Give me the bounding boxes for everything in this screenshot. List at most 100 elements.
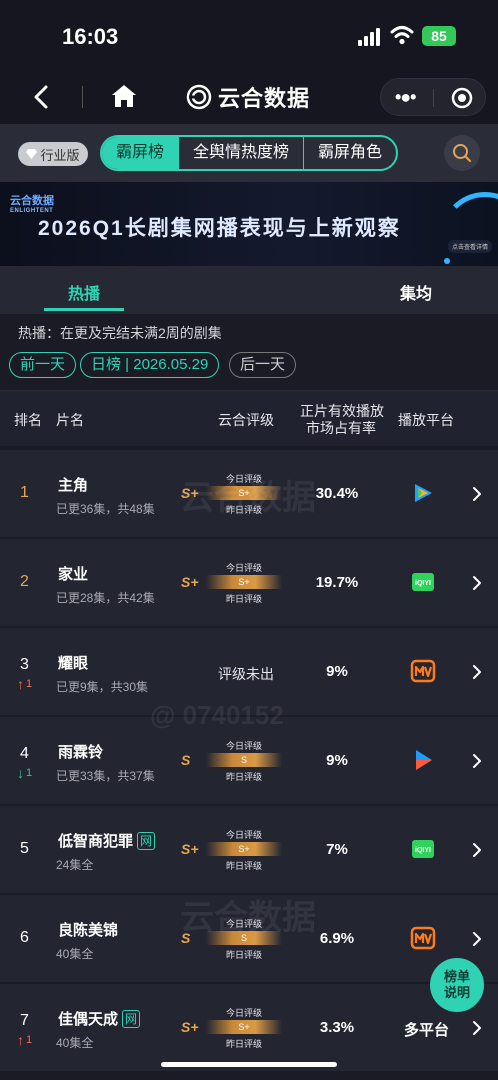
prev-day-button[interactable]: 前一天 xyxy=(9,352,77,378)
rating-bar: 今日评级 S 昨日评级 xyxy=(206,915,282,963)
ranking-segment-control: 霸屏榜 全舆情热度榜 霸屏角色 xyxy=(100,135,399,171)
table-row[interactable]: 1 主角 已更36集，共48集 S+ 今日评级 S+ 昨日评级 30.4% xyxy=(0,450,498,538)
table-row[interactable]: 3 ↑ 1 耀眼 已更9集，共30集 评级未出 9% xyxy=(0,628,498,716)
row-title[interactable]: 耀眼 xyxy=(58,652,88,673)
row-title-text: 耀眼 xyxy=(58,655,89,672)
arrow-up-icon: ↑ xyxy=(17,1032,24,1048)
rating-bar-grade: S xyxy=(240,933,247,943)
row-rank: 7 xyxy=(20,1012,29,1029)
tab-screen-dominance[interactable]: 霸屏榜 xyxy=(102,137,179,169)
tab-public-opinion-heat[interactable]: 全舆情热度榜 xyxy=(178,137,303,169)
row-rank: 5 xyxy=(20,840,29,857)
fab-line2: 说明 xyxy=(443,985,470,1000)
today-rating-label: 今日评级 xyxy=(225,563,262,573)
banner-indicator-dot xyxy=(444,258,450,264)
table-row[interactable]: 6 良陈美锦 40集全 S 今日评级 S 昨日评级 6.9% xyxy=(0,895,498,983)
row-title[interactable]: 佳偶天成网 xyxy=(58,1008,141,1029)
nav-separator xyxy=(82,86,83,108)
row-title[interactable]: 雨霖铃 xyxy=(58,741,103,762)
youku-icon xyxy=(410,747,436,773)
rank-change-up: ↑ 1 xyxy=(17,676,32,692)
row-grade: S+ xyxy=(181,485,199,501)
ranking-explanation-button[interactable]: 榜单 说明 xyxy=(430,958,484,1012)
app-brand: 云合数据 xyxy=(186,82,310,112)
yesterday-rating-label: 昨日评级 xyxy=(225,505,262,515)
promo-banner[interactable]: 云合数据 ENLIGHTENT 2026Q1长剧集网播表现与上新观察 点击查看详… xyxy=(0,182,498,266)
table-row[interactable]: 7 ↑ 1 佳偶天成网 40集全 S+ 今日评级 S+ 昨日评级 3.3% 多平台 xyxy=(0,984,498,1072)
status-bar: 16:03 85 xyxy=(0,0,498,70)
ranking-description: 热播：在更及完结未满2周的剧集 xyxy=(18,325,222,341)
tab-episode-average[interactable]: 集均 xyxy=(400,280,432,304)
row-grade: S+ xyxy=(181,574,199,590)
rating-bar-fill: S+ xyxy=(206,486,282,500)
row-title[interactable]: 低智商犯罪网 xyxy=(58,830,156,851)
row-grade: S xyxy=(181,752,191,768)
home-indicator xyxy=(161,1062,337,1067)
table-row[interactable]: 5 低智商犯罪网 24集全 S+ 今日评级 S+ 昨日评级 7% iQIYI xyxy=(0,806,498,894)
row-title[interactable]: 家业 xyxy=(58,563,88,584)
row-market-share: 9% xyxy=(326,752,348,769)
home-icon[interactable] xyxy=(110,82,138,110)
row-rank: 3 xyxy=(20,656,29,673)
row-title[interactable]: 良陈美锦 xyxy=(58,919,118,940)
rating-bar-grade: S+ xyxy=(238,1022,250,1032)
fab-line1: 榜单 xyxy=(443,969,470,984)
table-row[interactable]: 4 ↓ 1 雨霖铃 已更33集，共37集 S 今日评级 S 昨日评级 9% xyxy=(0,717,498,805)
net-drama-badge: 网 xyxy=(137,831,156,850)
chevron-right-icon[interactable] xyxy=(470,1020,484,1036)
chevron-right-icon[interactable] xyxy=(470,753,484,769)
search-button[interactable] xyxy=(444,135,480,171)
row-market-share: 7% xyxy=(326,841,348,858)
chevron-right-icon[interactable] xyxy=(470,931,484,947)
row-episodes: 已更28集，共42集 xyxy=(56,591,155,605)
row-title-text: 雨霖铃 xyxy=(58,744,104,761)
rating-bar-fill: S+ xyxy=(206,842,282,856)
row-title-text: 良陈美锦 xyxy=(58,922,119,939)
search-icon xyxy=(453,144,471,162)
status-time: 16:03 xyxy=(62,24,119,49)
rating-bar-grade: S+ xyxy=(238,577,250,587)
rating-bar: 今日评级 S+ 昨日评级 xyxy=(206,559,282,607)
svg-text:iQIYI: iQIYI xyxy=(415,580,431,587)
rating-bar-fill: S+ xyxy=(206,1020,282,1034)
iqiyi-icon: iQIYI xyxy=(410,569,436,595)
tab-hot-airing[interactable]: 热播 xyxy=(68,280,100,304)
nav-bar: 云合数据 •●• xyxy=(0,70,498,124)
next-day-button[interactable]: 后一天 xyxy=(229,352,297,378)
rating-bar-grade: S+ xyxy=(238,488,250,498)
rating-bar-fill: S+ xyxy=(206,575,282,589)
banner-logo: 云合数据 ENLIGHTENT xyxy=(10,192,54,214)
header-platform: 播放平台 xyxy=(398,412,454,428)
row-rank: 2 xyxy=(20,573,29,590)
banner-ring-decoration xyxy=(440,192,498,266)
today-rating-label: 今日评级 xyxy=(225,1008,262,1018)
today-rating-label: 今日评级 xyxy=(225,919,262,929)
more-icon[interactable]: •●• xyxy=(395,87,417,108)
row-episodes: 40集全 xyxy=(56,947,94,961)
header-rank: 排名 xyxy=(14,412,42,428)
table-row[interactable]: 2 家业已更28集，共42集 S+ 今日评级 S+ 昨日评级 19.7% iQIYI xyxy=(0,539,498,627)
chevron-right-icon[interactable] xyxy=(470,486,484,502)
tab-dominant-roles[interactable]: 霸屏角色 xyxy=(303,137,396,169)
header-title: 片名 xyxy=(56,412,84,428)
row-episodes: 24集全 xyxy=(56,858,94,872)
row-title-text: 佳偶天成 xyxy=(58,1011,119,1028)
today-rating-label: 今日评级 xyxy=(225,474,262,484)
yesterday-rating-label: 昨日评级 xyxy=(225,950,262,960)
svg-text:iQIYI: iQIYI xyxy=(415,847,431,854)
chevron-right-icon[interactable] xyxy=(470,575,484,591)
close-miniprogram-icon[interactable] xyxy=(451,87,473,109)
back-icon[interactable] xyxy=(28,82,56,112)
rank-change-value: 1 xyxy=(26,678,33,690)
row-market-share: 19.7% xyxy=(315,574,359,591)
active-tab-underline xyxy=(44,308,124,311)
row-title[interactable]: 主角 xyxy=(58,474,88,495)
row-market-share: 3.3% xyxy=(319,1019,355,1036)
chevron-right-icon[interactable] xyxy=(470,664,484,680)
rank-change-up: ↑ 1 xyxy=(17,1032,32,1048)
rating-bar-grade: S+ xyxy=(238,844,250,854)
arrow-up-icon: ↑ xyxy=(17,676,24,692)
date-selector[interactable]: 日榜 | 2026.05.29 xyxy=(80,352,220,378)
industry-badge[interactable]: 行业版 xyxy=(18,142,88,166)
chevron-right-icon[interactable] xyxy=(470,842,484,858)
